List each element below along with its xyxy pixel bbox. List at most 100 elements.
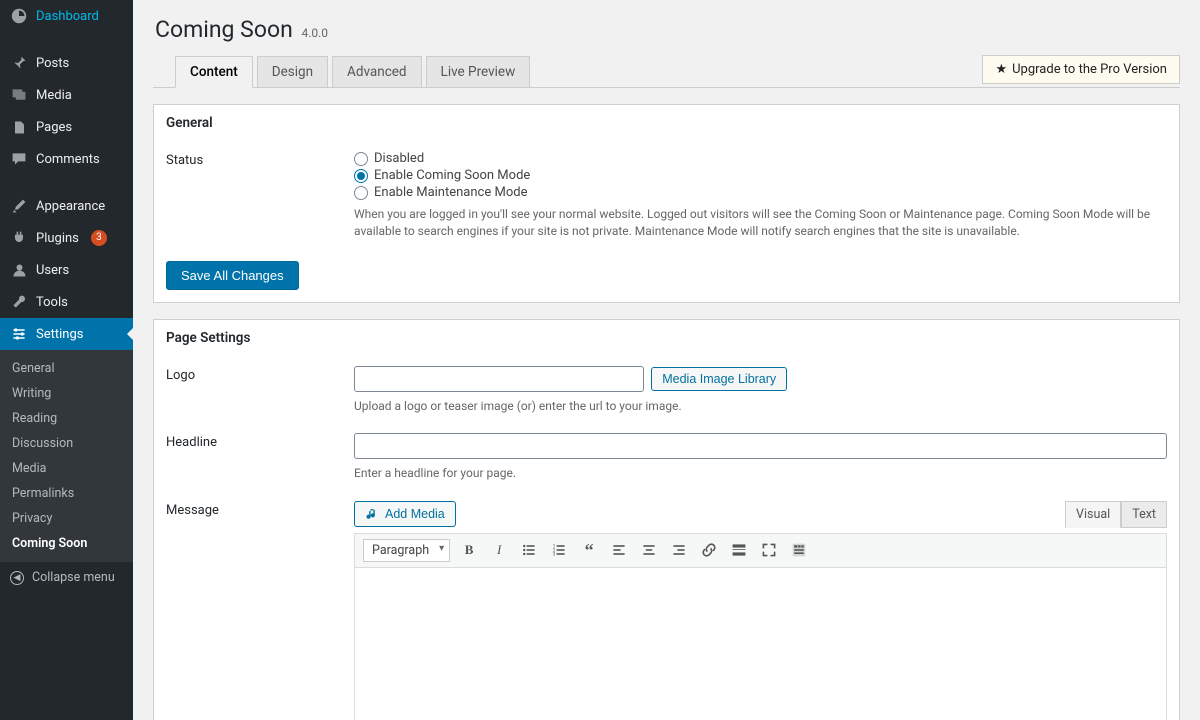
add-media-label: Add Media <box>385 507 445 521</box>
upgrade-label: Upgrade to the Pro Version <box>1012 62 1167 77</box>
version-text: 4.0.0 <box>301 26 328 40</box>
sub-item-privacy[interactable]: Privacy <box>0 506 133 531</box>
plug-icon <box>10 229 28 247</box>
message-label: Message <box>166 501 334 720</box>
main-content: Coming Soon 4.0.0 Content Design Advance… <box>133 0 1200 720</box>
plugins-count-badge: 3 <box>91 230 107 246</box>
fullscreen-icon[interactable] <box>758 539 780 561</box>
sidebar-item-comments[interactable]: Comments <box>0 143 133 175</box>
admin-sidebar: Dashboard Posts Media Pages Comments App… <box>0 0 133 720</box>
sidebar-label: Pages <box>36 120 72 135</box>
sidebar-label: Users <box>36 263 69 278</box>
toolbar-toggle-icon[interactable] <box>788 539 810 561</box>
wrench-icon <box>10 293 28 311</box>
upgrade-button[interactable]: ★ Upgrade to the Pro Version <box>982 55 1180 84</box>
tab-live-preview[interactable]: Live Preview <box>426 56 531 88</box>
dashboard-icon <box>10 7 28 25</box>
align-left-icon[interactable] <box>608 539 630 561</box>
logo-input[interactable] <box>354 366 644 392</box>
align-right-icon[interactable] <box>668 539 690 561</box>
svg-text:3: 3 <box>553 552 556 558</box>
headline-input[interactable] <box>354 433 1167 459</box>
radio-label: Enable Coming Soon Mode <box>374 168 530 183</box>
sidebar-label: Settings <box>36 327 83 342</box>
bullet-list-icon[interactable] <box>518 539 540 561</box>
sidebar-item-pages[interactable]: Pages <box>0 111 133 143</box>
tab-design[interactable]: Design <box>257 56 328 88</box>
editor-toolbar: Paragraph B I 123 “ <box>354 533 1167 568</box>
section-heading-page-settings: Page Settings <box>154 320 1179 356</box>
status-label: Status <box>166 151 334 241</box>
paragraph-dropdown[interactable]: Paragraph <box>363 539 450 562</box>
bold-icon[interactable]: B <box>458 539 480 561</box>
sidebar-item-appearance[interactable]: Appearance <box>0 190 133 222</box>
sidebar-item-dashboard[interactable]: Dashboard <box>0 0 133 32</box>
settings-submenu: General Writing Reading Discussion Media… <box>0 350 133 562</box>
sidebar-label: Media <box>36 88 72 103</box>
sidebar-item-settings[interactable]: Settings <box>0 318 133 350</box>
headline-help-text: Enter a headline for your page. <box>354 465 1167 482</box>
sidebar-label: Plugins <box>36 231 79 246</box>
save-all-changes-button[interactable]: Save All Changes <box>166 261 299 290</box>
radio-maintenance[interactable]: Enable Maintenance Mode <box>354 185 1167 200</box>
radio-icon <box>354 186 368 200</box>
sub-item-media[interactable]: Media <box>0 456 133 481</box>
sidebar-label: Tools <box>36 295 68 310</box>
comment-icon <box>10 150 28 168</box>
sub-item-reading[interactable]: Reading <box>0 406 133 431</box>
sidebar-item-plugins[interactable]: Plugins 3 <box>0 222 133 254</box>
sidebar-item-posts[interactable]: Posts <box>0 47 133 79</box>
sub-item-coming-soon[interactable]: Coming Soon <box>0 531 133 556</box>
logo-label: Logo <box>166 366 334 415</box>
tab-bar: Content Design Advanced Live Preview ★ U… <box>153 55 1180 88</box>
radio-label: Disabled <box>374 151 424 166</box>
numbered-list-icon[interactable]: 123 <box>548 539 570 561</box>
radio-icon <box>354 169 368 183</box>
panel-page-settings: Page Settings Logo Media Image Library U… <box>153 319 1180 720</box>
sidebar-label: Dashboard <box>36 9 99 24</box>
radio-label: Enable Maintenance Mode <box>374 185 527 200</box>
sidebar-label: Posts <box>36 56 69 71</box>
read-more-icon[interactable] <box>728 539 750 561</box>
collapse-icon: ◀ <box>10 571 24 585</box>
sidebar-item-users[interactable]: Users <box>0 254 133 286</box>
collapse-menu[interactable]: ◀ Collapse menu <box>0 562 133 593</box>
align-center-icon[interactable] <box>638 539 660 561</box>
radio-coming-soon[interactable]: Enable Coming Soon Mode <box>354 168 1167 183</box>
headline-label: Headline <box>166 433 334 482</box>
sidebar-item-tools[interactable]: Tools <box>0 286 133 318</box>
tab-advanced[interactable]: Advanced <box>332 56 422 88</box>
music-note-icon <box>365 507 379 521</box>
editor-tab-visual[interactable]: Visual <box>1065 501 1121 528</box>
sidebar-label: Appearance <box>36 199 105 214</box>
sub-item-permalinks[interactable]: Permalinks <box>0 481 133 506</box>
sub-item-writing[interactable]: Writing <box>0 381 133 406</box>
sidebar-label: Comments <box>36 152 100 167</box>
sub-item-general[interactable]: General <box>0 356 133 381</box>
add-media-button[interactable]: Add Media <box>354 501 456 527</box>
star-icon: ★ <box>995 62 1007 77</box>
page-title: Coming Soon 4.0.0 <box>155 16 1178 43</box>
radio-disabled[interactable]: Disabled <box>354 151 1167 166</box>
status-help-text: When you are logged in you'll see your n… <box>354 206 1167 241</box>
tab-content[interactable]: Content <box>175 56 253 88</box>
sub-item-discussion[interactable]: Discussion <box>0 431 133 456</box>
media-library-button[interactable]: Media Image Library <box>651 367 787 391</box>
section-heading-general: General <box>154 105 1179 141</box>
user-icon <box>10 261 28 279</box>
message-editor[interactable] <box>354 568 1167 720</box>
italic-icon[interactable]: I <box>488 539 510 561</box>
panel-general: General Status Disabled Enable Coming So… <box>153 104 1180 303</box>
brush-icon <box>10 197 28 215</box>
sidebar-item-media[interactable]: Media <box>0 79 133 111</box>
blockquote-icon[interactable]: “ <box>578 539 600 561</box>
collapse-label: Collapse menu <box>32 570 115 585</box>
editor-tab-text[interactable]: Text <box>1121 501 1167 528</box>
pin-icon <box>10 54 28 72</box>
sliders-icon <box>10 325 28 343</box>
link-icon[interactable] <box>698 539 720 561</box>
page-icon <box>10 118 28 136</box>
logo-help-text: Upload a logo or teaser image (or) enter… <box>354 398 1167 415</box>
radio-icon <box>354 152 368 166</box>
media-icon <box>10 86 28 104</box>
